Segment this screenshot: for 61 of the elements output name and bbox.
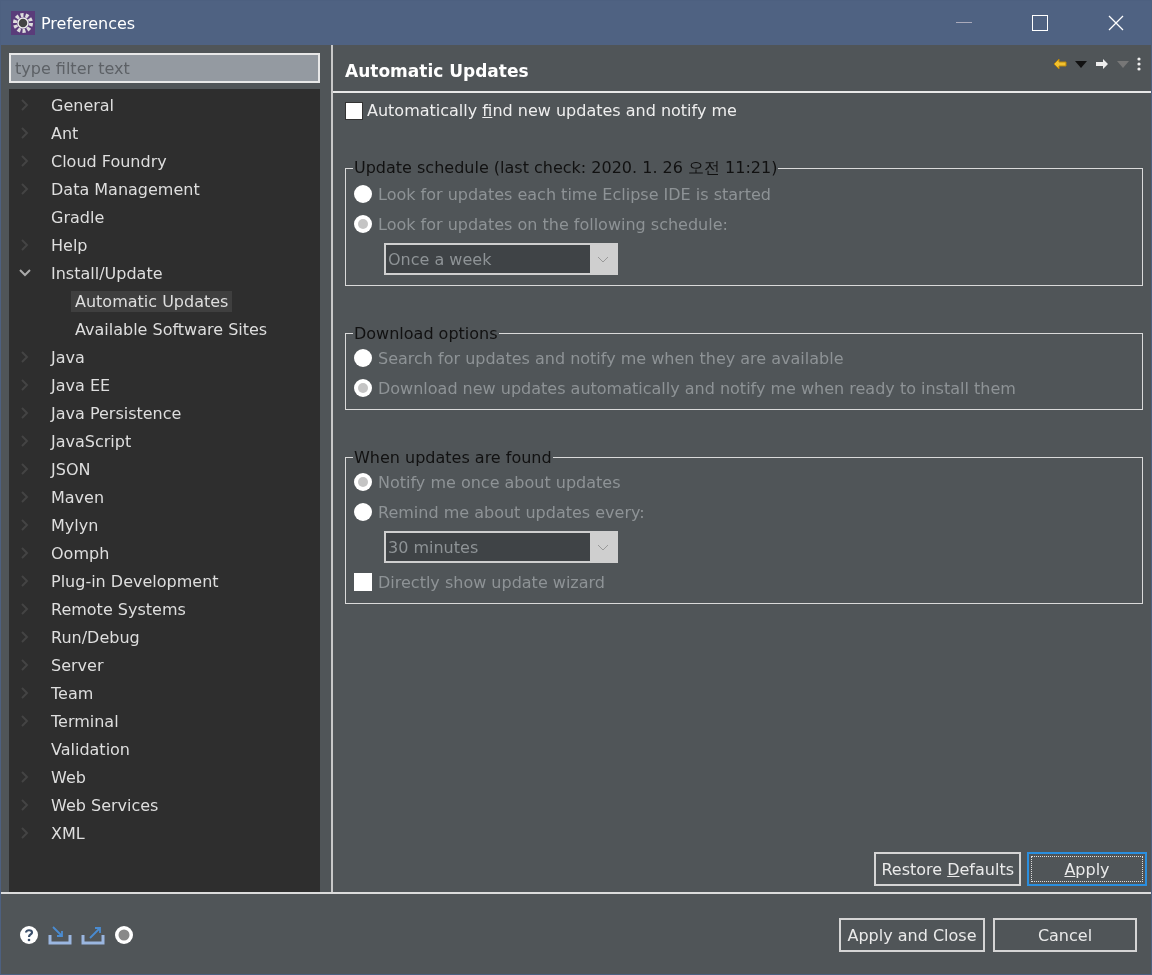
gear-icon [11,11,35,35]
tree-item[interactable]: Server [47,654,108,676]
cancel-button[interactable]: Cancel [993,918,1137,952]
radio-label: Download new updates automatically and notify me when ready to install them [378,378,1016,398]
radio-label: Look for updates each time Eclipse IDE is started [378,184,771,204]
tree-item[interactable]: Install/Update [47,262,167,284]
group-title: Update schedule (last check: 2020. 1. 26 오전 11:21) [353,158,779,179]
dropdown-caret-icon [1117,60,1129,68]
help-icon[interactable] [19,925,39,945]
tree-item[interactable]: General [47,94,119,116]
radio-label: Look for updates on the following schedule: [378,214,728,234]
filter-field[interactable]: type filter text [9,53,320,83]
tree-item[interactable]: JavaScript [47,430,136,452]
tree-item[interactable]: Ant [47,122,83,144]
group-title: When updates are found [353,448,553,467]
apply-button[interactable]: Apply [1027,852,1147,886]
close-icon[interactable] [1108,15,1124,31]
export-icon[interactable] [81,925,105,945]
tree-item[interactable]: JSON [47,458,95,480]
tree-item[interactable]: XML [47,822,89,844]
tree-item[interactable]: Team [47,682,98,704]
record-icon[interactable] [114,925,134,945]
minimize-icon[interactable] [956,22,972,24]
tree-item[interactable]: Data Management [47,178,204,200]
tree-item[interactable]: Oomph [47,542,114,564]
group-title: Download options [353,324,499,343]
tree-item[interactable]: Java EE [47,374,115,396]
checkbox[interactable] [345,101,363,120]
tree-item[interactable]: Maven [47,486,109,508]
window-title: Preferences [41,13,137,33]
restore-defaults-button[interactable]: Restore Defaults [874,852,1021,886]
apply-and-close-button[interactable]: Apply and Close [839,918,985,952]
tree-item[interactable]: Terminal [47,710,123,732]
radio-label: Search for updates and notify me when they are available [378,348,844,368]
tree-item[interactable]: Gradle [47,206,109,228]
chevron-down-icon [597,255,609,263]
back-arrow-icon[interactable] [1053,58,1067,70]
chevron-down-icon [597,543,609,551]
forward-arrow-icon[interactable] [1095,58,1109,70]
maximize-icon[interactable] [1032,15,1048,31]
tree-item[interactable]: Mylyn [47,514,103,536]
tree-item[interactable]: Java [47,346,89,368]
checkbox-label: Directly show update wizard [378,572,605,592]
tree-item[interactable]: Remote Systems [47,598,190,620]
tree-item[interactable]: Java Persistence [47,402,186,424]
radio-label: Notify me once about updates [378,472,621,492]
page-title: Automatic Updates [345,60,530,81]
tree-item[interactable]: Web Services [47,794,163,816]
more-menu-icon[interactable] [1137,57,1141,71]
checkbox-label: Automatically find new updates and notify me [367,101,737,120]
tree-item[interactable]: Automatic Updates [71,290,233,312]
tree-item[interactable]: Validation [47,738,134,760]
tree-item[interactable]: Help [47,234,92,256]
radio-label: Remind me about updates every: [378,502,645,522]
tree-item[interactable]: Web [47,766,90,788]
tree-item[interactable]: Run/Debug [47,626,144,648]
tree-item[interactable]: Cloud Foundry [47,150,171,172]
dropdown-caret-icon[interactable] [1075,60,1087,68]
import-icon[interactable] [48,925,72,945]
tree-item[interactable]: Available Software Sites [71,318,272,340]
tree-item[interactable]: Plug-in Development [47,570,223,592]
